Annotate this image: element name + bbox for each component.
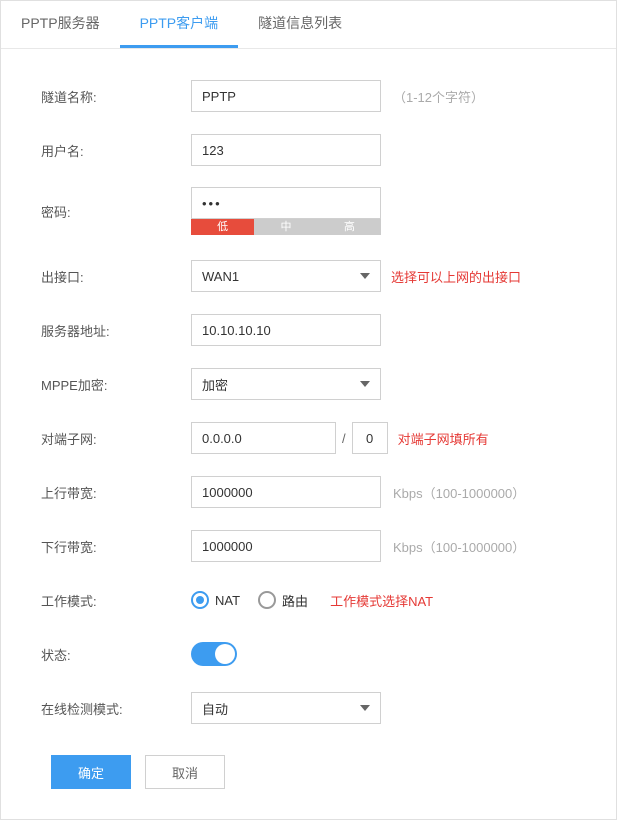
detect-select[interactable]: 自动 — [191, 692, 381, 724]
down-bw-label: 下行带宽: — [21, 537, 191, 556]
tab-pptp-server[interactable]: PPTP服务器 — [1, 1, 120, 48]
mode-route-label: 路由 — [282, 591, 308, 610]
peer-subnet-label: 对端子网: — [21, 429, 191, 448]
up-bw-hint: Kbps（100-1000000） — [393, 483, 525, 502]
mode-radio-group: NAT 路由 工作模式选择NAT — [191, 591, 433, 610]
mode-note: 工作模式选择NAT — [330, 591, 433, 610]
pptp-config-panel: PPTP服务器 PPTP客户端 隧道信息列表 隧道名称: （1-12个字符） 用… — [0, 0, 617, 820]
mppe-select[interactable]: 加密 — [191, 368, 381, 400]
status-toggle[interactable] — [191, 642, 237, 666]
radio-unchecked-icon — [258, 591, 276, 609]
peer-subnet-input[interactable] — [191, 422, 336, 454]
password-label: 密码: — [21, 202, 191, 221]
down-bw-hint: Kbps（100-1000000） — [393, 537, 525, 556]
strength-mid: 中 — [254, 219, 317, 235]
tab-tunnel-list[interactable]: 隧道信息列表 — [238, 1, 362, 48]
mode-label: 工作模式: — [21, 591, 191, 610]
tunnel-name-hint: （1-12个字符） — [393, 87, 484, 106]
mode-radio-nat[interactable]: NAT — [191, 591, 240, 609]
mppe-label: MPPE加密: — [21, 375, 191, 394]
detect-value: 自动 — [202, 699, 228, 718]
server-addr-label: 服务器地址: — [21, 321, 191, 340]
subnet-slash: / — [342, 431, 346, 446]
password-strength-bar: 低 中 高 — [191, 219, 381, 235]
tunnel-name-label: 隧道名称: — [21, 87, 191, 106]
out-interface-label: 出接口: — [21, 267, 191, 286]
password-input[interactable] — [191, 187, 381, 219]
cancel-button[interactable]: 取消 — [145, 755, 225, 789]
detect-label: 在线检测模式: — [21, 699, 191, 718]
ok-button[interactable]: 确定 — [51, 755, 131, 789]
tunnel-name-input[interactable] — [191, 80, 381, 112]
peer-subnet-note: 对端子网填所有 — [398, 429, 489, 448]
radio-checked-icon — [191, 591, 209, 609]
out-interface-value: WAN1 — [202, 269, 239, 284]
down-bw-input[interactable] — [191, 530, 381, 562]
pptp-client-form: 隧道名称: （1-12个字符） 用户名: 密码: 低 中 高 — [1, 49, 616, 819]
tab-pptp-client[interactable]: PPTP客户端 — [120, 1, 239, 48]
peer-subnet-mask-input[interactable] — [352, 422, 388, 454]
out-interface-select[interactable]: WAN1 — [191, 260, 381, 292]
server-addr-input[interactable] — [191, 314, 381, 346]
out-interface-note: 选择可以上网的出接口 — [391, 267, 521, 286]
chevron-down-icon — [360, 705, 370, 711]
strength-low: 低 — [191, 219, 254, 235]
mppe-value: 加密 — [202, 375, 228, 394]
toggle-knob-icon — [215, 644, 235, 664]
mode-radio-route[interactable]: 路由 — [258, 591, 308, 610]
username-input[interactable] — [191, 134, 381, 166]
mode-nat-label: NAT — [215, 593, 240, 608]
status-label: 状态: — [21, 645, 191, 664]
up-bw-input[interactable] — [191, 476, 381, 508]
username-label: 用户名: — [21, 141, 191, 160]
strength-high: 高 — [318, 219, 381, 235]
up-bw-label: 上行带宽: — [21, 483, 191, 502]
form-buttons: 确定 取消 — [21, 745, 596, 799]
chevron-down-icon — [360, 381, 370, 387]
chevron-down-icon — [360, 273, 370, 279]
tab-bar: PPTP服务器 PPTP客户端 隧道信息列表 — [1, 1, 616, 49]
